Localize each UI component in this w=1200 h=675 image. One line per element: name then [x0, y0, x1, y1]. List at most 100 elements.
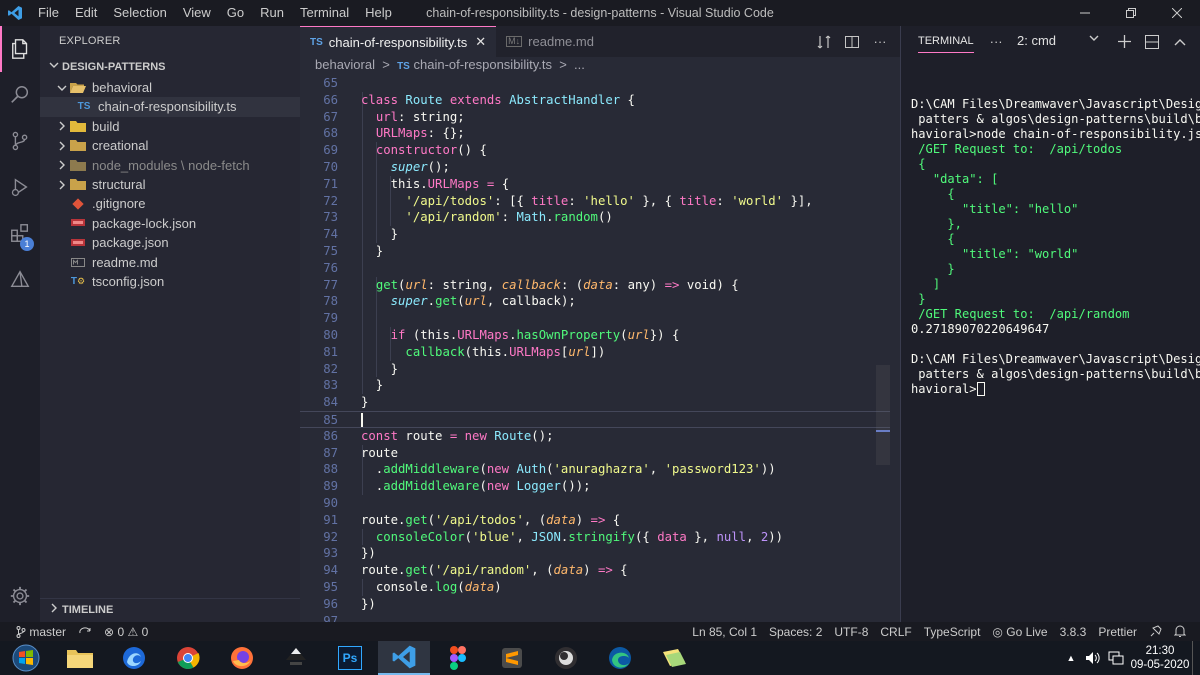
tree-folder-behavioral[interactable]: behavioral: [40, 78, 300, 97]
go-live-button[interactable]: ◎ Go Live: [986, 625, 1053, 639]
code-line[interactable]: 88 .addMiddleware(new Auth('anuraghazra'…: [300, 461, 890, 478]
run-debug-icon[interactable]: [0, 164, 40, 210]
vscode-icon[interactable]: [378, 641, 430, 675]
clock[interactable]: 21:30 09-05-2020: [1128, 644, 1192, 672]
typescript-version[interactable]: 3.8.3: [1054, 625, 1093, 639]
code-editor[interactable]: 65 66 class Route extends AbstractHandler …: [300, 75, 900, 622]
sync-icon[interactable]: [72, 626, 98, 637]
code-line[interactable]: 84}: [300, 394, 890, 411]
encoding[interactable]: UTF-8: [828, 625, 874, 639]
restore-icon[interactable]: [1108, 0, 1154, 26]
code-line[interactable]: 65: [300, 75, 890, 92]
search-icon[interactable]: [0, 72, 40, 118]
code-line[interactable]: 94 route.get('/api/random', (data) => {: [300, 562, 890, 579]
obs-icon[interactable]: [540, 641, 592, 675]
remote-icon[interactable]: [0, 256, 40, 302]
breadcrumb-folder[interactable]: behavioral: [315, 57, 375, 72]
menu-file[interactable]: File: [30, 0, 67, 26]
code-line[interactable]: 78 super.get(url, callback);: [300, 293, 890, 310]
menu-help[interactable]: Help: [357, 0, 400, 26]
photoshop-icon[interactable]: Ps: [324, 641, 376, 675]
code-line[interactable]: 70 super();: [300, 159, 890, 176]
breadcrumb-symbols[interactable]: ...: [574, 57, 585, 72]
menu-selection[interactable]: Selection: [105, 0, 174, 26]
split-editor-icon[interactable]: [838, 34, 866, 50]
cursor-position[interactable]: Ln 85, Col 1: [686, 625, 763, 639]
code-line[interactable]: 68 URLMaps: {};: [300, 125, 890, 142]
code-line[interactable]: 74 }: [300, 226, 890, 243]
code-line[interactable]: 80 if (this.URLMaps.hasOwnProperty(url})…: [300, 327, 890, 344]
breadcrumb-file[interactable]: chain-of-responsibility.ts: [413, 57, 551, 72]
tree-file-chain-of-responsibility[interactable]: TS chain-of-responsibility.ts: [40, 97, 300, 117]
code-line[interactable]: 71 this.URLMaps = {: [300, 176, 890, 193]
inkscape-icon[interactable]: [270, 641, 322, 675]
indentation[interactable]: Spaces: 2: [763, 625, 828, 639]
menu-terminal[interactable]: Terminal: [292, 0, 357, 26]
tree-file-package-lock[interactable]: package-lock.json: [40, 214, 300, 233]
tree-folder-node-modules[interactable]: node_modules \ node-fetch: [40, 156, 300, 175]
tab-readme[interactable]: M↓ readme.md: [496, 26, 604, 57]
minimize-icon[interactable]: [1062, 0, 1108, 26]
tree-folder-structural[interactable]: structural: [40, 175, 300, 194]
timeline-section[interactable]: TIMELINE: [40, 598, 300, 620]
code-line[interactable]: 66 class Route extends AbstractHandler {: [300, 92, 890, 109]
source-control-icon[interactable]: [0, 118, 40, 164]
scrollbar-thumb[interactable]: [876, 365, 890, 465]
code-line[interactable]: 73 '/api/random': Math.random(): [300, 209, 890, 226]
edge-icon[interactable]: [594, 641, 646, 675]
code-line[interactable]: 97: [300, 613, 890, 622]
code-line[interactable]: 67 url: string;: [300, 109, 890, 126]
code-line[interactable]: 90: [300, 495, 890, 512]
project-header[interactable]: DESIGN-PATTERNS: [40, 56, 300, 78]
tree-folder-build[interactable]: build: [40, 117, 300, 136]
firefox-dev-icon[interactable]: [108, 641, 160, 675]
branch-status[interactable]: master: [10, 625, 72, 639]
more-actions-icon[interactable]: ···: [866, 34, 894, 49]
menu-go[interactable]: Go: [219, 0, 252, 26]
prettier-status[interactable]: Prettier: [1092, 625, 1143, 639]
code-line[interactable]: 95 console.log(data): [300, 579, 890, 596]
code-line[interactable]: 81 callback(this.URLMaps[url]): [300, 344, 890, 361]
chrome-icon[interactable]: [162, 641, 214, 675]
feedback-icon[interactable]: [1143, 625, 1168, 638]
code-line[interactable]: 72 '/api/todos': [{ title: 'hello' }, { …: [300, 193, 890, 210]
show-desktop-button[interactable]: [1192, 641, 1200, 675]
code-line[interactable]: 77 get(url: string, callback: (data: any…: [300, 277, 890, 294]
close-icon[interactable]: ✕: [475, 34, 486, 50]
code-line[interactable]: 83 }: [300, 377, 890, 394]
more-actions-icon[interactable]: ···: [990, 34, 1003, 49]
code-line[interactable]: 79: [300, 310, 890, 327]
tab-terminal[interactable]: TERMINAL: [918, 30, 974, 53]
volume-icon[interactable]: [1082, 651, 1104, 665]
figma-icon[interactable]: [432, 641, 484, 675]
terminal-select[interactable]: 2: cmd: [1009, 31, 1105, 51]
close-window-icon[interactable]: [1154, 0, 1200, 26]
code-line[interactable]: 75 }: [300, 243, 890, 260]
code-line[interactable]: 87 route: [300, 445, 890, 462]
network-icon[interactable]: [1104, 651, 1128, 665]
code-line[interactable]: 82 }: [300, 361, 890, 378]
firefox-icon[interactable]: [216, 641, 268, 675]
code-line[interactable]: 89 .addMiddleware(new Logger());: [300, 478, 890, 495]
menu-edit[interactable]: Edit: [67, 0, 105, 26]
editor-scrollbar[interactable]: [876, 75, 890, 622]
code-line[interactable]: 92 consoleColor('blue', JSON.stringify({…: [300, 529, 890, 546]
menu-run[interactable]: Run: [252, 0, 292, 26]
code-line[interactable]: 69 constructor() {: [300, 142, 890, 159]
compare-changes-icon[interactable]: [810, 34, 838, 50]
file-explorer-icon[interactable]: [54, 641, 106, 675]
code-line[interactable]: 91 route.get('/api/todos', (data) => {: [300, 512, 890, 529]
tree-file-readme[interactable]: readme.md: [40, 253, 300, 272]
code-line[interactable]: 96}): [300, 596, 890, 613]
terminal-output[interactable]: D:\CAM Files\Dreamwaver\Javascript\Desig…: [911, 82, 1200, 397]
show-hidden-icons-icon[interactable]: ▲: [1060, 653, 1082, 663]
problems-status[interactable]: ⊗ 0 ⚠ 0: [98, 625, 154, 639]
tab-chain-of-responsibility[interactable]: TS chain-of-responsibility.ts ✕: [300, 26, 497, 57]
tree-file-package-json[interactable]: package.json: [40, 233, 300, 252]
new-terminal-icon[interactable]: [1110, 35, 1138, 48]
code-line[interactable]: 86 const route = new Route();: [300, 428, 890, 445]
language-mode[interactable]: TypeScript: [918, 625, 987, 639]
split-terminal-icon[interactable]: [1138, 34, 1166, 49]
sublime-icon[interactable]: [486, 641, 538, 675]
windows-start-icon[interactable]: [0, 641, 52, 675]
